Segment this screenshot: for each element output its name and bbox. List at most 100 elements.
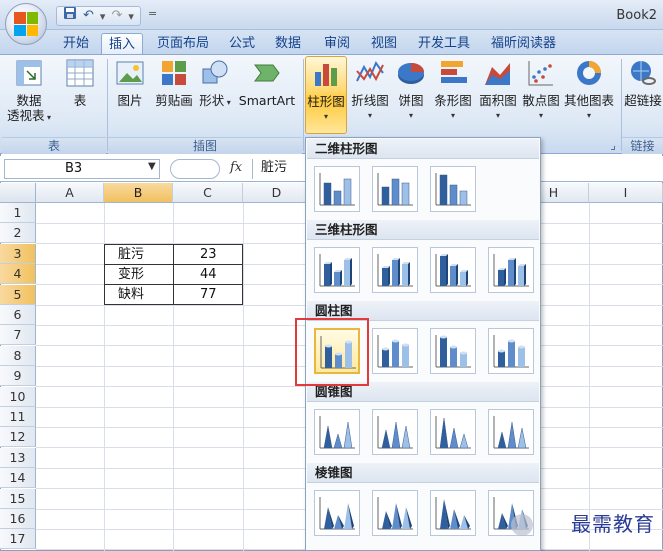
scatter-chart-button[interactable]: 散点图 ▾ [520,57,562,123]
row-header-14[interactable]: 14 [0,468,36,489]
redo-dropdown-icon[interactable]: ▾ [128,10,134,23]
column-header-a[interactable]: A [36,183,104,203]
2d-column-chart-option-3[interactable] [430,166,476,212]
line-chart-button[interactable]: 折线图 ▾ [349,57,391,123]
name-box[interactable]: B3 [4,159,160,179]
cone-chart-option-3[interactable] [430,409,476,455]
tab-developer[interactable]: 开发工具 [411,33,477,54]
cone-chart-option-2[interactable] [372,409,418,455]
row-header-12[interactable]: 12 [0,427,36,448]
pyramid-chart-option-3[interactable] [430,490,476,536]
3d-column-chart-option-1[interactable] [314,247,360,293]
row-header-9[interactable]: 9 [0,366,36,387]
table-button[interactable]: 表 [60,57,100,108]
area-chart-label: 面积图 [479,93,517,108]
cell-b4[interactable]: 变形 [118,265,144,285]
row-header-10[interactable]: 10 [0,386,36,407]
cell-b5[interactable]: 缺料 [118,285,144,305]
tab-data[interactable]: 数据 [268,33,308,54]
undo-dropdown-icon[interactable]: ▾ [100,10,106,23]
row-header-1[interactable]: 1 [0,203,36,223]
watermark-logo-icon [511,514,533,536]
line-chart-icon [354,57,386,89]
pyramid-chart-option-1[interactable] [314,490,360,536]
name-box-dropdown-icon[interactable]: ▼ [148,161,156,172]
cylinder-chart-option-3[interactable] [430,328,476,374]
chart-dialog-launcher-icon[interactable]: ⌟ [540,137,620,154]
clipart-button[interactable]: 剪贴画 [152,57,196,108]
column-chart-button[interactable]: 柱形图 ▾ [305,56,347,134]
row-header-16[interactable]: 16 [0,509,36,529]
smartart-button[interactable]: SmartArt [236,57,298,108]
column-chart-icon [310,58,342,90]
row-header-3[interactable]: 3 [0,243,36,264]
chevron-down-icon: ▾ [408,111,413,120]
tab-formulas[interactable]: 公式 [222,33,262,54]
cone-chart-option-4[interactable] [488,409,534,455]
row-header-15[interactable]: 15 [0,488,36,509]
other-charts-button[interactable]: 其他图表 ▾ [563,57,615,123]
tab-insert[interactable]: 插入 [101,33,144,54]
redo-icon[interactable]: ↷ [111,7,122,25]
hyperlink-label: 超链接 [624,93,662,108]
2d-column-chart-option-1[interactable] [314,166,360,212]
tab-page-layout[interactable]: 页面布局 [150,33,216,54]
row-header-6[interactable]: 6 [0,305,36,325]
select-all-corner[interactable] [0,183,36,203]
table-icon [64,57,96,89]
tab-foxit-reader[interactable]: 福昕阅读器 [484,33,563,54]
shapes-button[interactable]: 形状 ▾ [199,57,231,110]
row-header-7[interactable]: 7 [0,325,36,346]
3d-column-chart-option-3[interactable] [430,247,476,293]
hyperlink-button[interactable]: 超链接 [623,57,663,108]
column-header-c[interactable]: C [173,183,243,203]
insert-function-button[interactable]: fx [230,160,242,175]
title-bar: ↶ ▾ ↷ ▾ = Book2 [0,0,663,30]
column-header-d[interactable]: D [243,183,311,203]
section-3d-column: 三维柱形图 [307,220,539,240]
cell-c5[interactable]: 77 [200,285,217,305]
tab-review[interactable]: 审阅 [317,33,357,54]
3d-column-chart-option-2[interactable] [372,247,418,293]
chevron-down-icon: ▾ [538,111,543,120]
row-header-2[interactable]: 2 [0,223,36,244]
group-label-illustrations: 插图 [108,137,302,154]
pivot-table-button[interactable]: 数据 透视表 ▾ [6,57,52,125]
picture-icon [114,57,146,89]
office-button[interactable] [5,3,47,45]
row-header-17[interactable]: 17 [0,529,36,550]
cylinder-chart-option-2[interactable] [372,328,418,374]
clipart-icon [158,57,190,89]
chevron-down-icon: ▾ [450,111,455,120]
tab-home[interactable]: 开始 [56,33,96,54]
column-header-b[interactable]: B [104,183,173,203]
pyramid-chart-option-2[interactable] [372,490,418,536]
tab-view[interactable]: 视图 [364,33,404,54]
cell-b3[interactable]: 脏污 [118,245,144,265]
table-label: 表 [73,93,87,108]
2d-column-chart-option-2[interactable] [372,166,418,212]
customize-qat-icon[interactable]: = [148,7,157,20]
row-header-8[interactable]: 8 [0,345,36,366]
3d-column-chart-option-4[interactable] [488,247,534,293]
bar-chart-button[interactable]: 条形图 ▾ [431,57,475,123]
cylinder-chart-option-4[interactable] [488,328,534,374]
cell-c3[interactable]: 23 [200,245,217,265]
pivot-table-label-2: 透视表 ▾ [6,108,52,123]
bar-chart-label: 条形图 [434,93,472,108]
pie-chart-button[interactable]: 饼图 ▾ [394,57,428,123]
cone-chart-option-1[interactable] [314,409,360,455]
undo-icon[interactable]: ↶ [83,7,94,25]
cell-c4[interactable]: 44 [200,265,217,285]
row-header-4[interactable]: 4 [0,264,36,285]
column-header-i[interactable]: I [589,183,663,203]
save-icon[interactable] [63,6,77,26]
clipart-label: 剪贴画 [155,93,193,108]
row-header-5[interactable]: 5 [0,284,36,305]
watermark-text: 最需教育 [571,512,655,536]
row-header-11[interactable]: 11 [0,407,36,427]
row-header-13[interactable]: 13 [0,447,36,468]
picture-button[interactable]: 图片 [112,57,148,108]
area-chart-button[interactable]: 面积图 ▾ [477,57,519,123]
formula-bar-resize-handle[interactable] [170,159,220,179]
